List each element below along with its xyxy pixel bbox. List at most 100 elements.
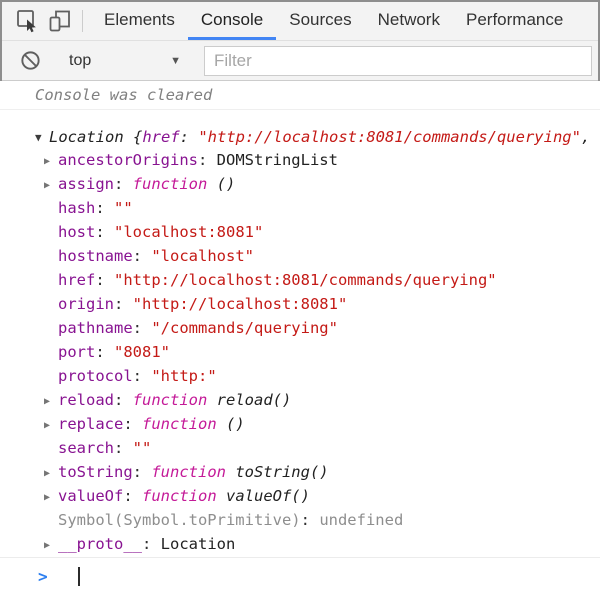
property-separator: : xyxy=(114,439,133,457)
property-separator: : xyxy=(95,271,114,289)
property-name: search xyxy=(58,439,114,457)
expand-triangle-icon[interactable]: ▶ xyxy=(44,174,58,197)
property-name: hostname xyxy=(58,247,133,265)
text-cursor xyxy=(78,567,80,586)
property-separator: : xyxy=(133,319,152,337)
object-property-row[interactable]: ▶valueOf: function valueOf() xyxy=(0,485,600,509)
property-value: "" xyxy=(133,439,152,457)
clear-console-icon xyxy=(19,49,42,72)
tab-sources[interactable]: Sources xyxy=(276,2,364,40)
tab-bar: Elements Console Sources Network Performance xyxy=(2,2,598,40)
console-messages-area: Console was cleared ▼Location {href: "ht… xyxy=(0,81,600,599)
expand-triangle-icon[interactable]: ▶ xyxy=(44,486,58,509)
javascript-context-dropdown[interactable]: top ▼ xyxy=(59,46,191,76)
property-separator: : xyxy=(142,535,161,553)
property-value: "http://localhost:8081" xyxy=(133,295,348,313)
property-value: function toString() xyxy=(151,463,328,481)
property-name: valueOf xyxy=(58,487,123,505)
expand-triangle-icon[interactable]: ▶ xyxy=(44,150,58,173)
property-separator: : xyxy=(114,175,133,193)
object-property-row: ▶hostname: "localhost" xyxy=(0,245,600,269)
object-property-row: ▶search: "" xyxy=(0,437,600,461)
inspect-element-button[interactable] xyxy=(12,2,44,40)
property-name: ancestorOrigins xyxy=(58,151,198,169)
property-name: port xyxy=(58,343,95,361)
property-value: "" xyxy=(114,199,133,217)
clear-console-button[interactable] xyxy=(14,49,46,72)
expand-triangle-icon[interactable]: ▶ xyxy=(44,414,58,437)
property-separator: : xyxy=(95,223,114,241)
devtools-toolbar: Elements Console Sources Network Performance… xyxy=(0,0,600,81)
object-property-row[interactable]: ▶__proto__: Location xyxy=(0,533,600,557)
property-name: origin xyxy=(58,295,114,313)
tab-label: Performance xyxy=(466,10,563,30)
property-name: href xyxy=(58,271,95,289)
object-property-row[interactable]: ▶ancestorOrigins: DOMStringList xyxy=(0,149,600,173)
console-prompt[interactable]: > xyxy=(0,557,600,599)
filter-input[interactable] xyxy=(204,46,592,76)
property-value: "8081" xyxy=(114,343,170,361)
tab-label: Sources xyxy=(289,10,351,30)
object-property-row: ▶href: "http://localhost:8081/commands/q… xyxy=(0,269,600,293)
tab-label: Network xyxy=(378,10,440,30)
expand-triangle-icon[interactable]: ▶ xyxy=(44,462,58,485)
property-separator: : xyxy=(133,247,152,265)
object-property-row[interactable]: ▶assign: function () xyxy=(0,173,600,197)
console-info-message: Console was cleared xyxy=(0,81,600,110)
devtools-window: Elements Console Sources Network Performance… xyxy=(0,0,600,584)
object-property-row: ▶origin: "http://localhost:8081" xyxy=(0,293,600,317)
tab-network[interactable]: Network xyxy=(365,2,453,40)
object-preview[interactable]: ▼Location {href: "http://localhost:8081/… xyxy=(0,126,600,149)
object-property-row[interactable]: ▶replace: function () xyxy=(0,413,600,437)
inspect-cursor-icon xyxy=(16,9,40,33)
object-property-row: ▶Symbol(Symbol.toPrimitive): undefined xyxy=(0,509,600,533)
chevron-down-icon: ▼ xyxy=(170,55,181,67)
object-property-row[interactable]: ▶reload: function reload() xyxy=(0,389,600,413)
property-separator: : xyxy=(301,511,320,529)
object-property-row: ▶port: "8081" xyxy=(0,341,600,365)
property-value: function valueOf() xyxy=(142,487,310,505)
console-toolbar: top ▼ xyxy=(2,40,598,80)
property-value: "http://localhost:8081/commands/querying… xyxy=(114,271,497,289)
property-separator: : xyxy=(95,199,114,217)
property-separator: : xyxy=(133,463,152,481)
property-name: protocol xyxy=(58,367,133,385)
property-separator: : xyxy=(123,415,142,433)
property-name: host xyxy=(58,223,95,241)
toolbar-divider xyxy=(82,10,83,32)
expand-triangle-icon[interactable]: ▶ xyxy=(44,534,58,557)
tab-console[interactable]: Console xyxy=(188,2,276,40)
tab-performance[interactable]: Performance xyxy=(453,2,576,40)
object-property-row: ▶host: "localhost:8081" xyxy=(0,221,600,245)
object-property-row: ▶protocol: "http:" xyxy=(0,365,600,389)
property-name: assign xyxy=(58,175,114,193)
tab-label: Elements xyxy=(104,10,175,30)
device-toolbar-icon xyxy=(48,9,72,33)
property-value: function reload() xyxy=(133,391,292,409)
object-property-row: ▶hash: "" xyxy=(0,197,600,221)
expand-triangle-icon[interactable]: ▶ xyxy=(44,390,58,413)
tab-elements[interactable]: Elements xyxy=(91,2,188,40)
object-properties-list: ▶ancestorOrigins: DOMStringList ▶assign:… xyxy=(0,149,600,557)
property-name: replace xyxy=(58,415,123,433)
property-separator: : xyxy=(198,151,217,169)
property-value: undefined xyxy=(319,511,403,529)
property-value: function () xyxy=(133,175,236,193)
property-value: DOMStringList xyxy=(217,151,338,169)
prompt-chevron-icon: > xyxy=(38,567,48,586)
property-separator: : xyxy=(114,295,133,313)
toggle-device-toolbar-button[interactable] xyxy=(44,2,76,40)
object-property-row[interactable]: ▶toString: function toString() xyxy=(0,461,600,485)
property-value: function () xyxy=(142,415,245,433)
property-value: "http:" xyxy=(151,367,216,385)
collapse-triangle-icon[interactable]: ▼ xyxy=(35,126,49,149)
property-value: "/commands/querying" xyxy=(151,319,338,337)
property-name: Symbol(Symbol.toPrimitive) xyxy=(58,511,301,529)
property-name: __proto__ xyxy=(58,535,142,553)
property-name: pathname xyxy=(58,319,133,337)
property-separator: : xyxy=(133,367,152,385)
object-property-row: ▶pathname: "/commands/querying" xyxy=(0,317,600,341)
tab-label: Console xyxy=(201,10,263,30)
object-preview-text: Location {href: "http://localhost:8081/c… xyxy=(49,128,590,146)
property-value: "localhost" xyxy=(151,247,254,265)
